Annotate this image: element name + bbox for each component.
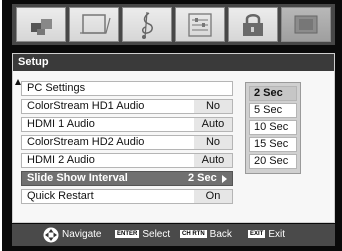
menu-item-value: No bbox=[194, 136, 232, 149]
menu-item-value: No bbox=[194, 100, 232, 113]
menu-item-value: Auto bbox=[194, 154, 232, 167]
interval-option[interactable]: 20 Sec bbox=[249, 154, 297, 169]
help-bar: Navigate ENTER Select CH RTN Back EXIT Exit bbox=[12, 224, 335, 246]
interval-option[interactable]: 5 Sec bbox=[249, 103, 297, 118]
ch-rtn-key: CH RTN bbox=[180, 230, 207, 239]
tv-screen: Setup PC Settings ColorStream HD1 Audio … bbox=[2, 0, 342, 251]
menu-item-hdmi2-audio[interactable]: HDMI 2 Audio Auto bbox=[21, 153, 233, 168]
lock-tab[interactable] bbox=[228, 7, 278, 42]
audio-icon bbox=[142, 11, 153, 39]
menu-item-label: ColorStream HD2 Audio bbox=[27, 136, 145, 148]
menu-icon-bar bbox=[12, 4, 335, 45]
setup-menu-panel: Setup PC Settings ColorStream HD1 Audio … bbox=[12, 53, 335, 223]
menu-item-label: HDMI 2 Audio bbox=[27, 154, 95, 166]
display-icon bbox=[80, 14, 111, 34]
menu-item-slide-show-interval[interactable]: Slide Show Interval 2 Sec bbox=[21, 171, 233, 186]
setup-icon bbox=[188, 13, 212, 37]
lock-icon bbox=[243, 14, 263, 36]
menu-item-hdmi1-audio[interactable]: HDMI 1 Audio Auto bbox=[21, 117, 233, 132]
photo-icon bbox=[294, 15, 318, 34]
exit-label: Exit bbox=[268, 229, 286, 240]
back-label: Back bbox=[209, 229, 232, 240]
menu-item-value: Auto bbox=[194, 118, 232, 131]
interval-option[interactable]: 15 Sec bbox=[249, 137, 297, 152]
picture-icon bbox=[31, 19, 52, 35]
exit-hint: EXIT Exit bbox=[248, 224, 285, 246]
menu-item-label: Quick Restart bbox=[27, 190, 94, 202]
select-hint: ENTER Select bbox=[115, 224, 170, 246]
interval-option[interactable]: 10 Sec bbox=[249, 120, 297, 135]
audio-tab[interactable] bbox=[122, 7, 172, 42]
menu-item-colorstream-hd1-audio[interactable]: ColorStream HD1 Audio No bbox=[21, 99, 233, 114]
menu-item-label: HDMI 1 Audio bbox=[27, 118, 95, 130]
setup-tab[interactable] bbox=[175, 7, 225, 42]
menu-item-label: ColorStream HD1 Audio bbox=[27, 100, 145, 112]
menu-title: Setup bbox=[13, 54, 334, 71]
picture-tab[interactable] bbox=[16, 7, 66, 42]
back-hint: CH RTN Back bbox=[180, 224, 232, 246]
submenu-arrow-icon bbox=[222, 175, 227, 183]
interval-option[interactable]: 2 Sec bbox=[249, 86, 297, 101]
menu-item-label: PC Settings bbox=[27, 82, 86, 94]
navigate-label: Navigate bbox=[62, 229, 102, 240]
exit-key: EXIT bbox=[248, 230, 266, 239]
enter-key: ENTER bbox=[115, 230, 140, 239]
select-label: Select bbox=[142, 229, 171, 240]
menu-item-pc-settings[interactable]: PC Settings bbox=[21, 81, 233, 96]
interval-dropdown: 2 Sec 5 Sec 10 Sec 15 Sec 20 Sec bbox=[245, 82, 301, 174]
menu-item-quick-restart[interactable]: Quick Restart On bbox=[21, 189, 233, 204]
menu-item-label: Slide Show Interval bbox=[27, 172, 128, 184]
menu-item-value: On bbox=[194, 190, 232, 203]
photo-tab[interactable] bbox=[281, 7, 331, 42]
display-tab[interactable] bbox=[69, 7, 119, 42]
menu-item-colorstream-hd2-audio[interactable]: ColorStream HD2 Audio No bbox=[21, 135, 233, 150]
navigate-pad-icon bbox=[43, 227, 59, 243]
